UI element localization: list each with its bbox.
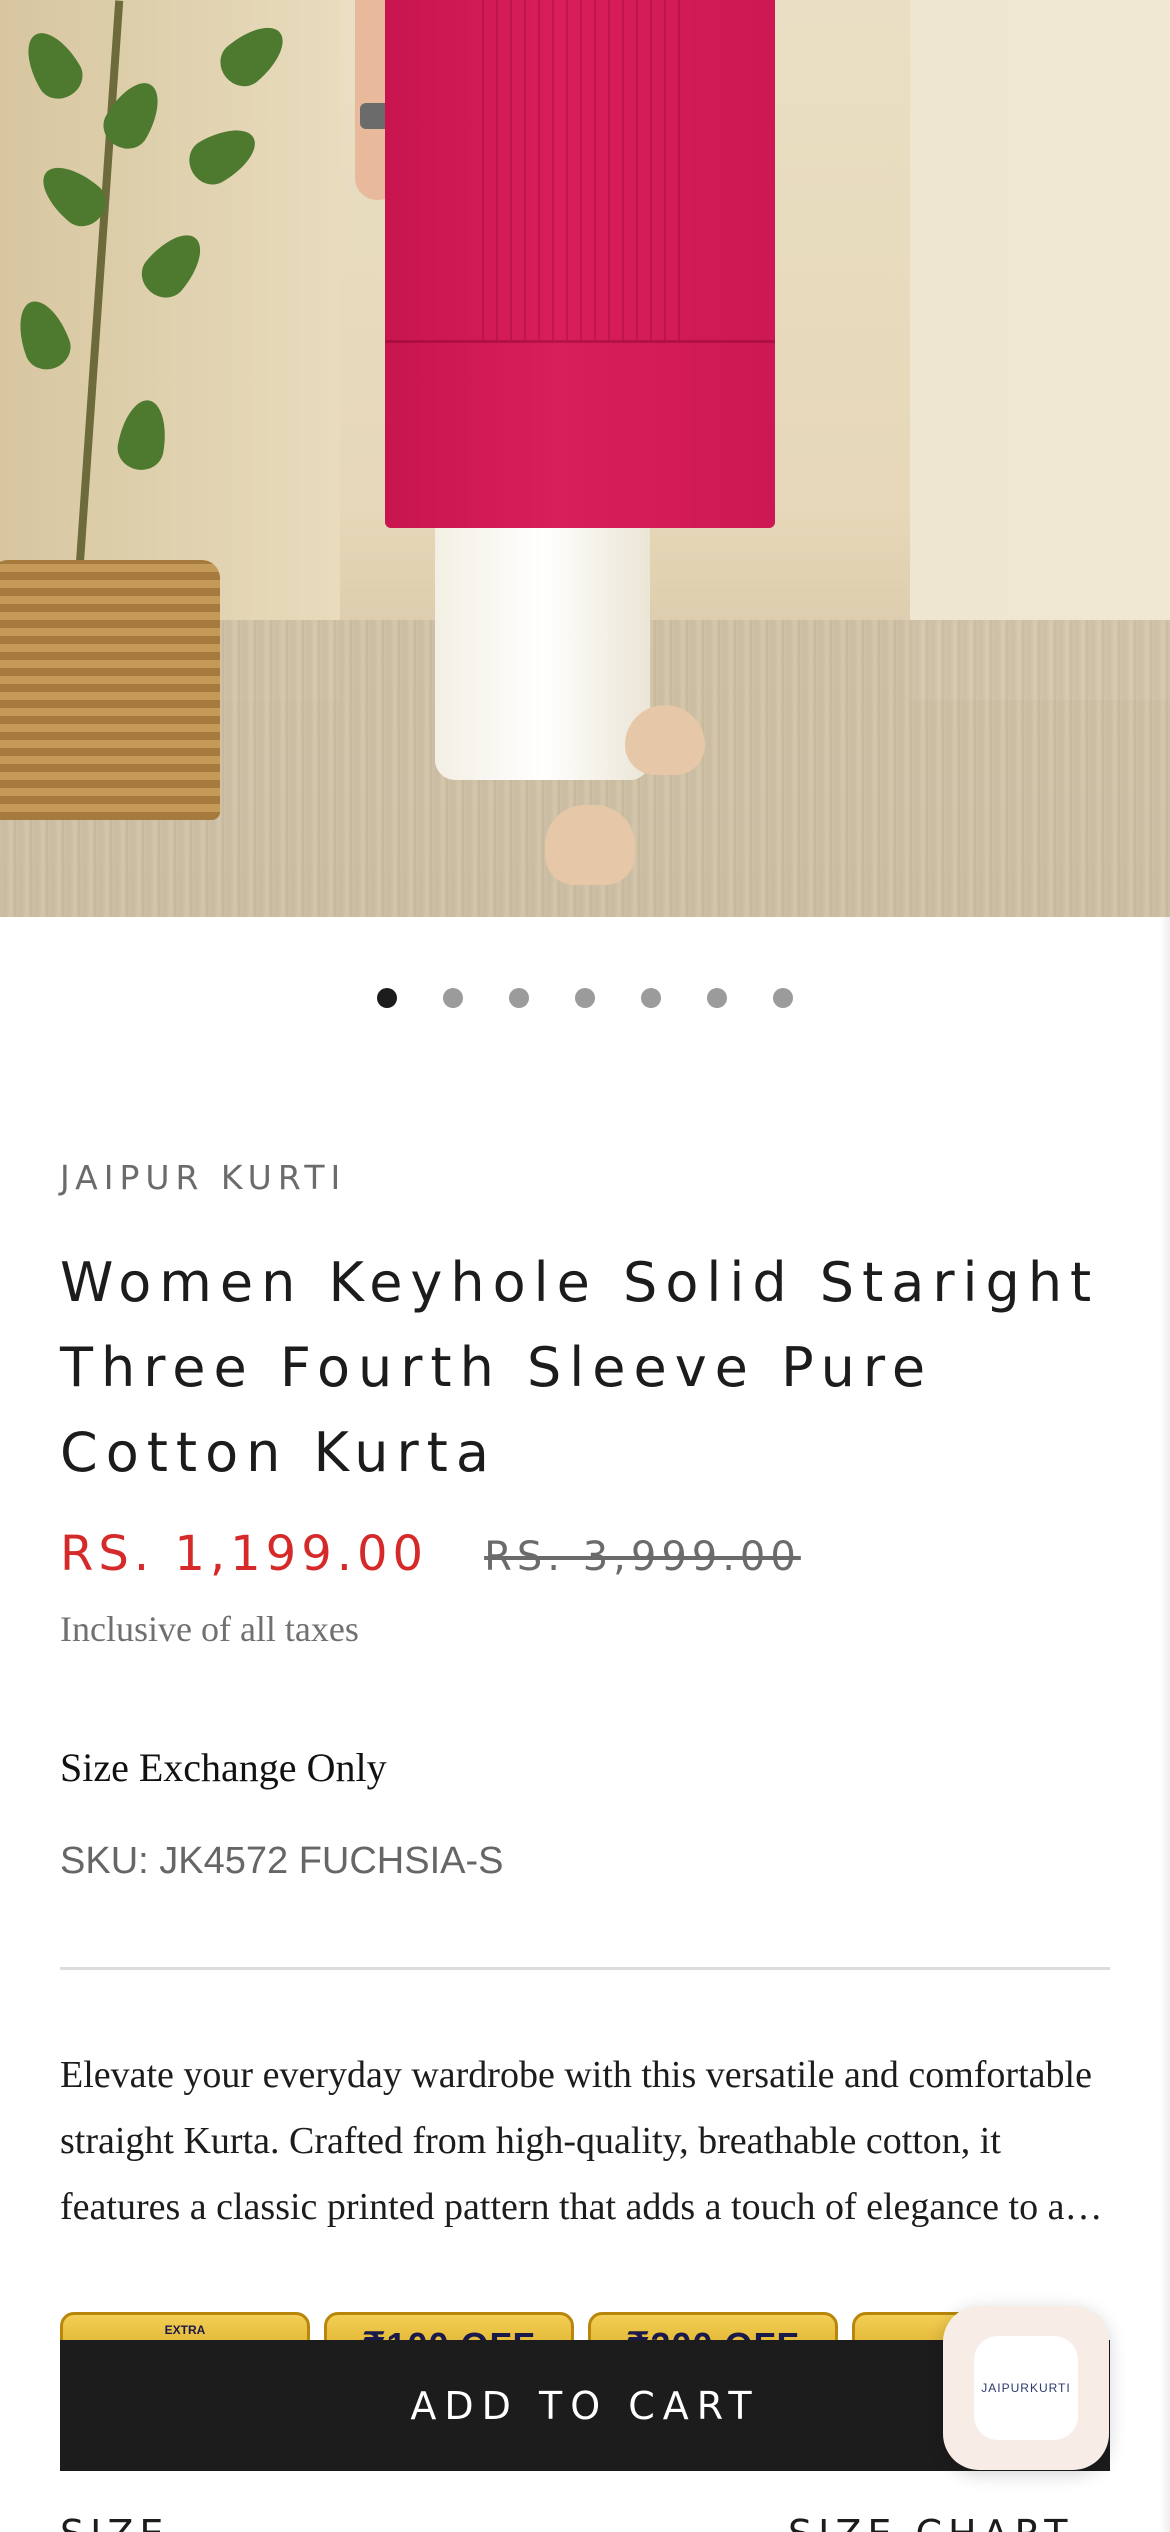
kurta-pintucks xyxy=(470,0,690,340)
product-sku: SKU: JK4572 FUCHSIA-S xyxy=(60,1840,504,1882)
image-wall-light xyxy=(910,0,1170,700)
size-chart-link[interactable]: SIZE CHART xyxy=(788,2512,1073,2532)
divider xyxy=(60,1967,1110,1970)
size-label: SIZE xyxy=(60,2512,169,2532)
product-description[interactable]: Elevate your everyday wardrobe with this… xyxy=(60,2042,1120,2240)
model-pants xyxy=(435,510,650,780)
model-foot xyxy=(625,705,705,775)
carousel-dot[interactable] xyxy=(443,988,463,1008)
regular-price: RS. 3,999.00 xyxy=(484,1534,801,1580)
product-brand: JAIPUR KURTI xyxy=(60,1158,347,1197)
product-title: Women Keyhole Solid Staright Three Fourt… xyxy=(60,1251,1100,1484)
carousel-dot[interactable] xyxy=(773,988,793,1008)
tax-note: Inclusive of all taxes xyxy=(60,1609,359,1649)
carousel-dot[interactable] xyxy=(509,988,529,1008)
model-foot xyxy=(545,805,635,885)
carousel-dot[interactable] xyxy=(575,988,595,1008)
exchange-policy: Size Exchange Only xyxy=(60,1745,387,1790)
brand-chat-widget[interactable]: JAIPURKURTI xyxy=(943,2306,1109,2470)
widget-logo-box: JAIPURKURTI xyxy=(974,2336,1078,2440)
carousel-dots xyxy=(0,988,1170,1008)
coupon-small-label: EXTRA xyxy=(164,2323,206,2337)
brand-logo-icon: JAIPURKURTI xyxy=(981,2381,1071,2395)
sale-price: RS. 1,199.00 xyxy=(60,1526,429,1582)
carousel-dot[interactable] xyxy=(707,988,727,1008)
product-image[interactable] xyxy=(0,0,1170,917)
kurta-hem xyxy=(385,340,775,343)
wicker-basket xyxy=(0,560,220,820)
price-row: RS. 1,199.00 RS. 3,999.00 xyxy=(60,1526,801,1582)
carousel-dot[interactable] xyxy=(641,988,661,1008)
scroll-edge-shadow xyxy=(1160,917,1170,2532)
carousel-dot[interactable] xyxy=(377,988,397,1008)
